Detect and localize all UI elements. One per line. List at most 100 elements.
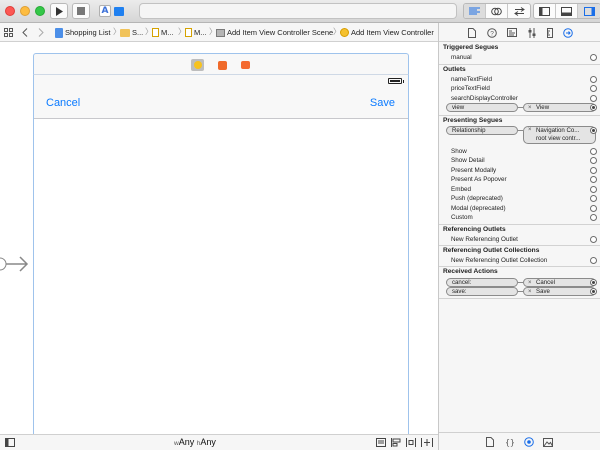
version-editor-button[interactable] bbox=[508, 4, 530, 18]
view-controller-scene[interactable]: Cancel Save bbox=[33, 75, 409, 434]
standard-editor-button[interactable] bbox=[464, 4, 486, 18]
close-window-button[interactable] bbox=[5, 6, 15, 16]
exit-icon[interactable] bbox=[239, 59, 252, 71]
assistant-editor-button[interactable] bbox=[486, 4, 508, 18]
outlet-target-view[interactable]: × View bbox=[523, 103, 596, 112]
action-connection-save[interactable]: save: bbox=[446, 287, 518, 296]
breadcrumb-controller[interactable]: Add Item View Controller bbox=[340, 26, 434, 39]
editor-mode-control bbox=[463, 3, 531, 19]
project-icon bbox=[55, 27, 63, 38]
section-header-referencing-outlet-collections: Referencing Outlet Collections bbox=[443, 247, 540, 254]
remove-connection-icon[interactable]: × bbox=[528, 288, 532, 296]
segue-row-push: Push (deprecated) bbox=[451, 195, 503, 202]
align-icon[interactable] bbox=[391, 438, 401, 447]
resolve-issues-icon[interactable] bbox=[421, 438, 433, 447]
identity-inspector-tab[interactable] bbox=[506, 27, 517, 38]
segue-circle-present-as-popover[interactable] bbox=[590, 176, 597, 183]
related-items-icon[interactable] bbox=[4, 28, 13, 37]
toggle-navigator-button[interactable] bbox=[534, 4, 556, 18]
size-class-control[interactable]: wAny hAny bbox=[174, 437, 216, 447]
segue-circle-custom[interactable] bbox=[590, 214, 597, 221]
new-referencing-outlet-row: New Referencing Outlet bbox=[451, 236, 518, 243]
breadcrumb-project[interactable]: Shopping List bbox=[55, 26, 110, 39]
zoom-window-button[interactable] bbox=[35, 6, 45, 16]
code-snippet-library-tab[interactable]: {} bbox=[505, 437, 515, 447]
document-outline-toggle-icon[interactable] bbox=[5, 438, 15, 447]
new-referencing-outlet-collection-circle[interactable] bbox=[590, 257, 597, 264]
scheme-selector[interactable]: A bbox=[96, 3, 132, 19]
breadcrumb-project-label: Shopping List bbox=[65, 28, 111, 37]
activity-viewer bbox=[139, 3, 457, 19]
new-referencing-outlet-circle[interactable] bbox=[590, 236, 597, 243]
segue-circle-relationship[interactable] bbox=[590, 127, 597, 134]
media-icon bbox=[543, 437, 553, 447]
view-controller-icon[interactable] bbox=[191, 59, 204, 71]
action-circle-save[interactable] bbox=[590, 288, 597, 295]
segue-circle-show-detail[interactable] bbox=[590, 157, 597, 164]
remove-connection-icon[interactable]: × bbox=[528, 104, 532, 112]
segue-row-show-detail: Show Detail bbox=[451, 157, 485, 164]
segue-target-navigation-controller[interactable]: × Navigation Co... root view contr... bbox=[523, 126, 596, 144]
size-inspector-tab[interactable] bbox=[544, 27, 555, 38]
back-icon[interactable] bbox=[22, 28, 28, 37]
device-icon bbox=[114, 6, 124, 16]
scene-icon bbox=[216, 28, 225, 37]
segue-circle-embed[interactable] bbox=[590, 186, 597, 193]
stack-icon[interactable] bbox=[376, 438, 386, 447]
bottom-panel-icon bbox=[561, 6, 572, 16]
toggle-debug-area-button[interactable] bbox=[556, 4, 578, 18]
storyboard-canvas[interactable]: Cancel Save bbox=[0, 42, 438, 434]
action-circle-cancel[interactable] bbox=[590, 279, 597, 286]
cancel-bar-button[interactable]: Cancel bbox=[46, 97, 80, 109]
ruler-icon bbox=[546, 27, 553, 38]
align-left-icon bbox=[469, 7, 480, 15]
pin-icon[interactable] bbox=[406, 438, 416, 447]
action-connection-cancel[interactable]: cancel: bbox=[446, 278, 518, 287]
object-library-tab[interactable] bbox=[524, 437, 534, 447]
segue-circle-show[interactable] bbox=[590, 148, 597, 155]
segue-circle-modal[interactable] bbox=[590, 205, 597, 212]
battery-icon bbox=[388, 78, 404, 84]
breadcrumb-storyboard[interactable]: M... bbox=[152, 26, 174, 39]
breadcrumb-storyboard-base[interactable]: M... bbox=[185, 26, 207, 39]
file-template-library-tab[interactable] bbox=[485, 437, 495, 447]
save-bar-button[interactable]: Save bbox=[370, 97, 395, 109]
file-inspector-tab[interactable] bbox=[466, 27, 477, 38]
run-button[interactable] bbox=[50, 3, 68, 19]
segue-circle-push[interactable] bbox=[590, 195, 597, 202]
segue-connection-relationship[interactable]: Relationship bbox=[446, 126, 518, 135]
connections-inspector-tab[interactable] bbox=[562, 27, 573, 38]
outlet-circle-name-text-field[interactable] bbox=[590, 76, 597, 83]
breadcrumb-group[interactable]: S... bbox=[120, 26, 143, 39]
minimize-window-button[interactable] bbox=[20, 6, 30, 16]
quick-help-tab[interactable]: ? bbox=[486, 27, 497, 38]
toggle-utilities-button[interactable] bbox=[578, 4, 600, 18]
segue-target-line1: Navigation Co... bbox=[536, 127, 580, 134]
segue-circle-present-modally[interactable] bbox=[590, 167, 597, 174]
remove-connection-icon[interactable]: × bbox=[528, 127, 532, 133]
svg-text:?: ? bbox=[490, 30, 494, 37]
action-target-cancel-label: Cancel bbox=[536, 279, 555, 286]
navigation-bar[interactable]: Cancel Save bbox=[34, 87, 408, 119]
action-target-save[interactable]: × Save bbox=[523, 287, 596, 296]
connections-inspector-panel: ? Triggered Segues manual Outlets nameTe… bbox=[438, 23, 600, 450]
outlet-circle-search-display-controller[interactable] bbox=[590, 95, 597, 102]
section-header-referencing-outlets: Referencing Outlets bbox=[443, 226, 506, 233]
left-panel-icon bbox=[539, 6, 550, 16]
breadcrumb-controller-label: Add Item View Controller bbox=[351, 28, 434, 37]
remove-connection-icon[interactable]: × bbox=[528, 279, 532, 287]
outlet-circle-price-text-field[interactable] bbox=[590, 85, 597, 92]
segue-arrow-icon[interactable] bbox=[0, 255, 32, 273]
first-responder-icon[interactable] bbox=[216, 59, 229, 71]
outlet-circle-view[interactable] bbox=[590, 104, 597, 111]
breadcrumb-scene[interactable]: Add Item View Controller Scene bbox=[216, 26, 333, 39]
connection-circle-manual[interactable] bbox=[590, 54, 597, 61]
right-panel-icon bbox=[583, 6, 595, 16]
stop-button[interactable] bbox=[72, 3, 90, 19]
attributes-inspector-tab[interactable] bbox=[526, 27, 537, 38]
action-target-cancel[interactable]: × Cancel bbox=[523, 278, 596, 287]
action-target-save-label: Save bbox=[536, 288, 550, 295]
outlet-connection-view[interactable]: view bbox=[446, 103, 518, 112]
forward-icon[interactable] bbox=[38, 28, 44, 37]
media-library-tab[interactable] bbox=[543, 437, 553, 447]
